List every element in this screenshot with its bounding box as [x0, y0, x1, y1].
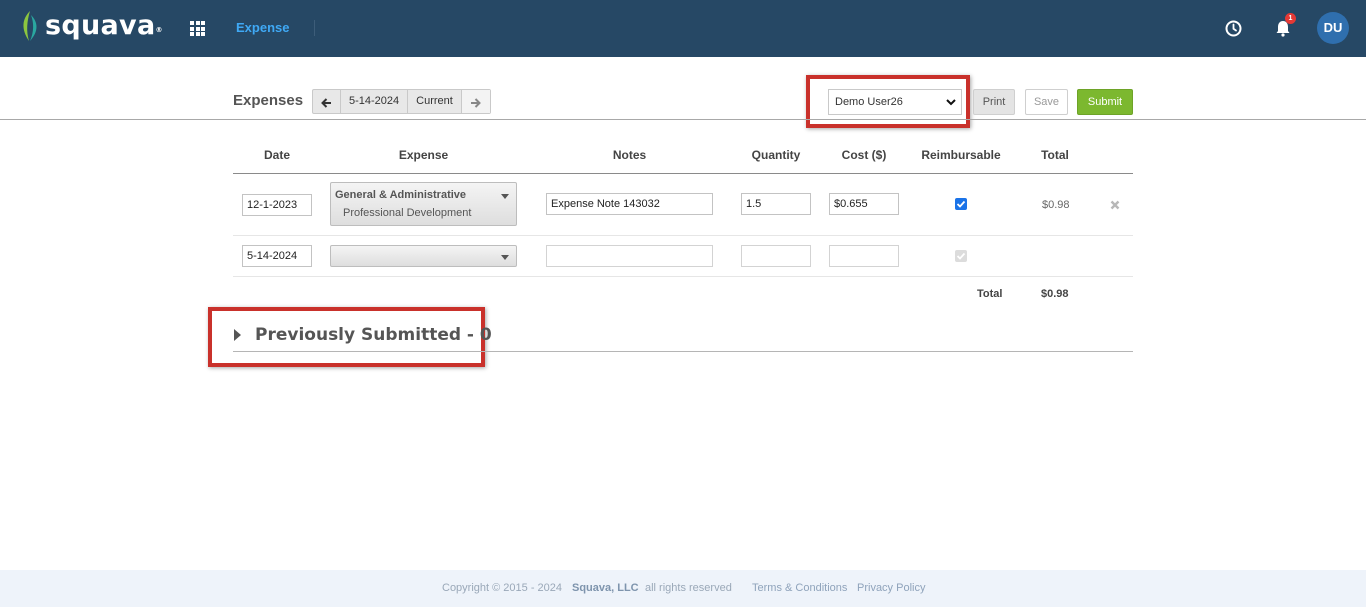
notification-badge: 1	[1285, 13, 1296, 24]
dropdown-caret-icon	[501, 255, 509, 260]
user-dropdown[interactable]: Demo User26	[828, 89, 962, 115]
caret-right-icon[interactable]	[234, 329, 241, 341]
reimbursable-checkbox[interactable]	[955, 198, 967, 210]
squava-logo[interactable]: squava®	[18, 9, 163, 43]
expense-dropdown[interactable]	[330, 245, 517, 267]
app-grid-icon[interactable]	[190, 21, 205, 36]
logo-text: squava®	[45, 10, 163, 41]
reimbursable-checkbox[interactable]	[955, 250, 967, 262]
toolbar-divider	[0, 119, 1366, 120]
grand-total-label: Total	[977, 288, 1003, 300]
user-avatar[interactable]: DU	[1317, 12, 1349, 44]
date-field[interactable]: 5-14-2024	[242, 245, 312, 267]
leaf-logo-icon	[23, 11, 37, 41]
terms-link[interactable]: Terms & Conditions	[752, 582, 847, 594]
next-period-button[interactable]	[461, 90, 490, 113]
print-button[interactable]: Print	[973, 89, 1015, 115]
previous-period-button[interactable]	[313, 90, 341, 113]
notes-field[interactable]: Expense Note 143032	[546, 193, 713, 215]
date-field[interactable]: 12-1-2023	[242, 194, 312, 216]
cost-field[interactable]	[829, 245, 899, 267]
column-header-date: Date	[263, 148, 290, 162]
column-header-expense: Expense	[398, 148, 449, 162]
app-name-expense[interactable]: Expense	[236, 20, 289, 35]
user-dropdown-value: Demo User26	[835, 96, 903, 108]
arrow-left-icon	[321, 97, 331, 108]
dropdown-caret-icon	[501, 194, 509, 199]
column-header-quantity: Quantity	[751, 148, 801, 162]
expense-category: General & Administrative	[335, 189, 467, 201]
top-navigation-bar: squava® Expense 1 DU	[0, 0, 1366, 57]
row-divider	[233, 276, 1133, 277]
column-header-reimbursable: Reimbursable	[921, 148, 1001, 162]
quantity-field[interactable]	[741, 245, 811, 267]
expense-subcategory: Professional Development	[343, 207, 472, 219]
grand-total-value: $0.98	[1041, 288, 1069, 300]
privacy-link[interactable]: Privacy Policy	[857, 582, 925, 594]
company-link[interactable]: Squava, LLC	[572, 582, 639, 594]
current-date-label[interactable]: 5-14-2024	[341, 90, 409, 113]
copyright-text: Copyright © 2015 - 2024	[442, 582, 563, 594]
page-title: Expenses	[233, 92, 304, 109]
notes-field[interactable]	[546, 245, 713, 267]
clock-icon[interactable]	[1225, 20, 1242, 37]
arrow-right-icon	[471, 97, 482, 108]
column-header-total: Total	[1041, 148, 1069, 162]
expense-dropdown[interactable]: General & Administrative Professional De…	[330, 182, 517, 226]
cost-field[interactable]: $0.655	[829, 193, 899, 215]
header-divider	[314, 20, 315, 36]
previously-submitted-toggle[interactable]: Previously Submitted - 0	[255, 325, 492, 345]
table-header-divider	[233, 173, 1133, 174]
row-divider	[233, 235, 1133, 236]
close-icon[interactable]	[1110, 200, 1120, 210]
submit-button[interactable]: Submit	[1077, 89, 1133, 115]
date-pager: 5-14-2024 Current	[312, 89, 491, 114]
chevron-down-icon	[946, 99, 956, 106]
checkmark-icon	[956, 252, 966, 260]
quantity-field[interactable]: 1.5	[741, 193, 811, 215]
save-button[interactable]: Save	[1025, 89, 1068, 115]
current-period-button[interactable]: Current	[408, 90, 462, 113]
section-divider	[233, 351, 1133, 352]
column-header-cost: Cost ($)	[841, 148, 887, 162]
column-header-notes: Notes	[612, 148, 647, 162]
checkmark-icon	[956, 200, 966, 208]
rights-text: all rights reserved	[645, 582, 732, 594]
row-total: $0.98	[1042, 199, 1070, 211]
